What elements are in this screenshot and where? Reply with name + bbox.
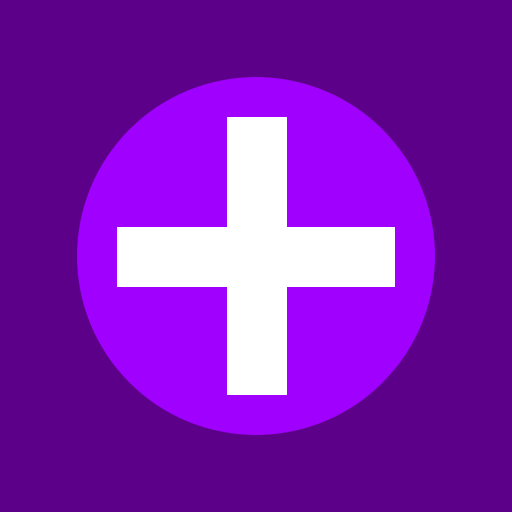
plus-icon	[77, 77, 435, 435]
add-button[interactable]	[77, 77, 435, 435]
plus-icon-horizontal-bar	[117, 227, 395, 287]
app-background	[0, 0, 512, 512]
